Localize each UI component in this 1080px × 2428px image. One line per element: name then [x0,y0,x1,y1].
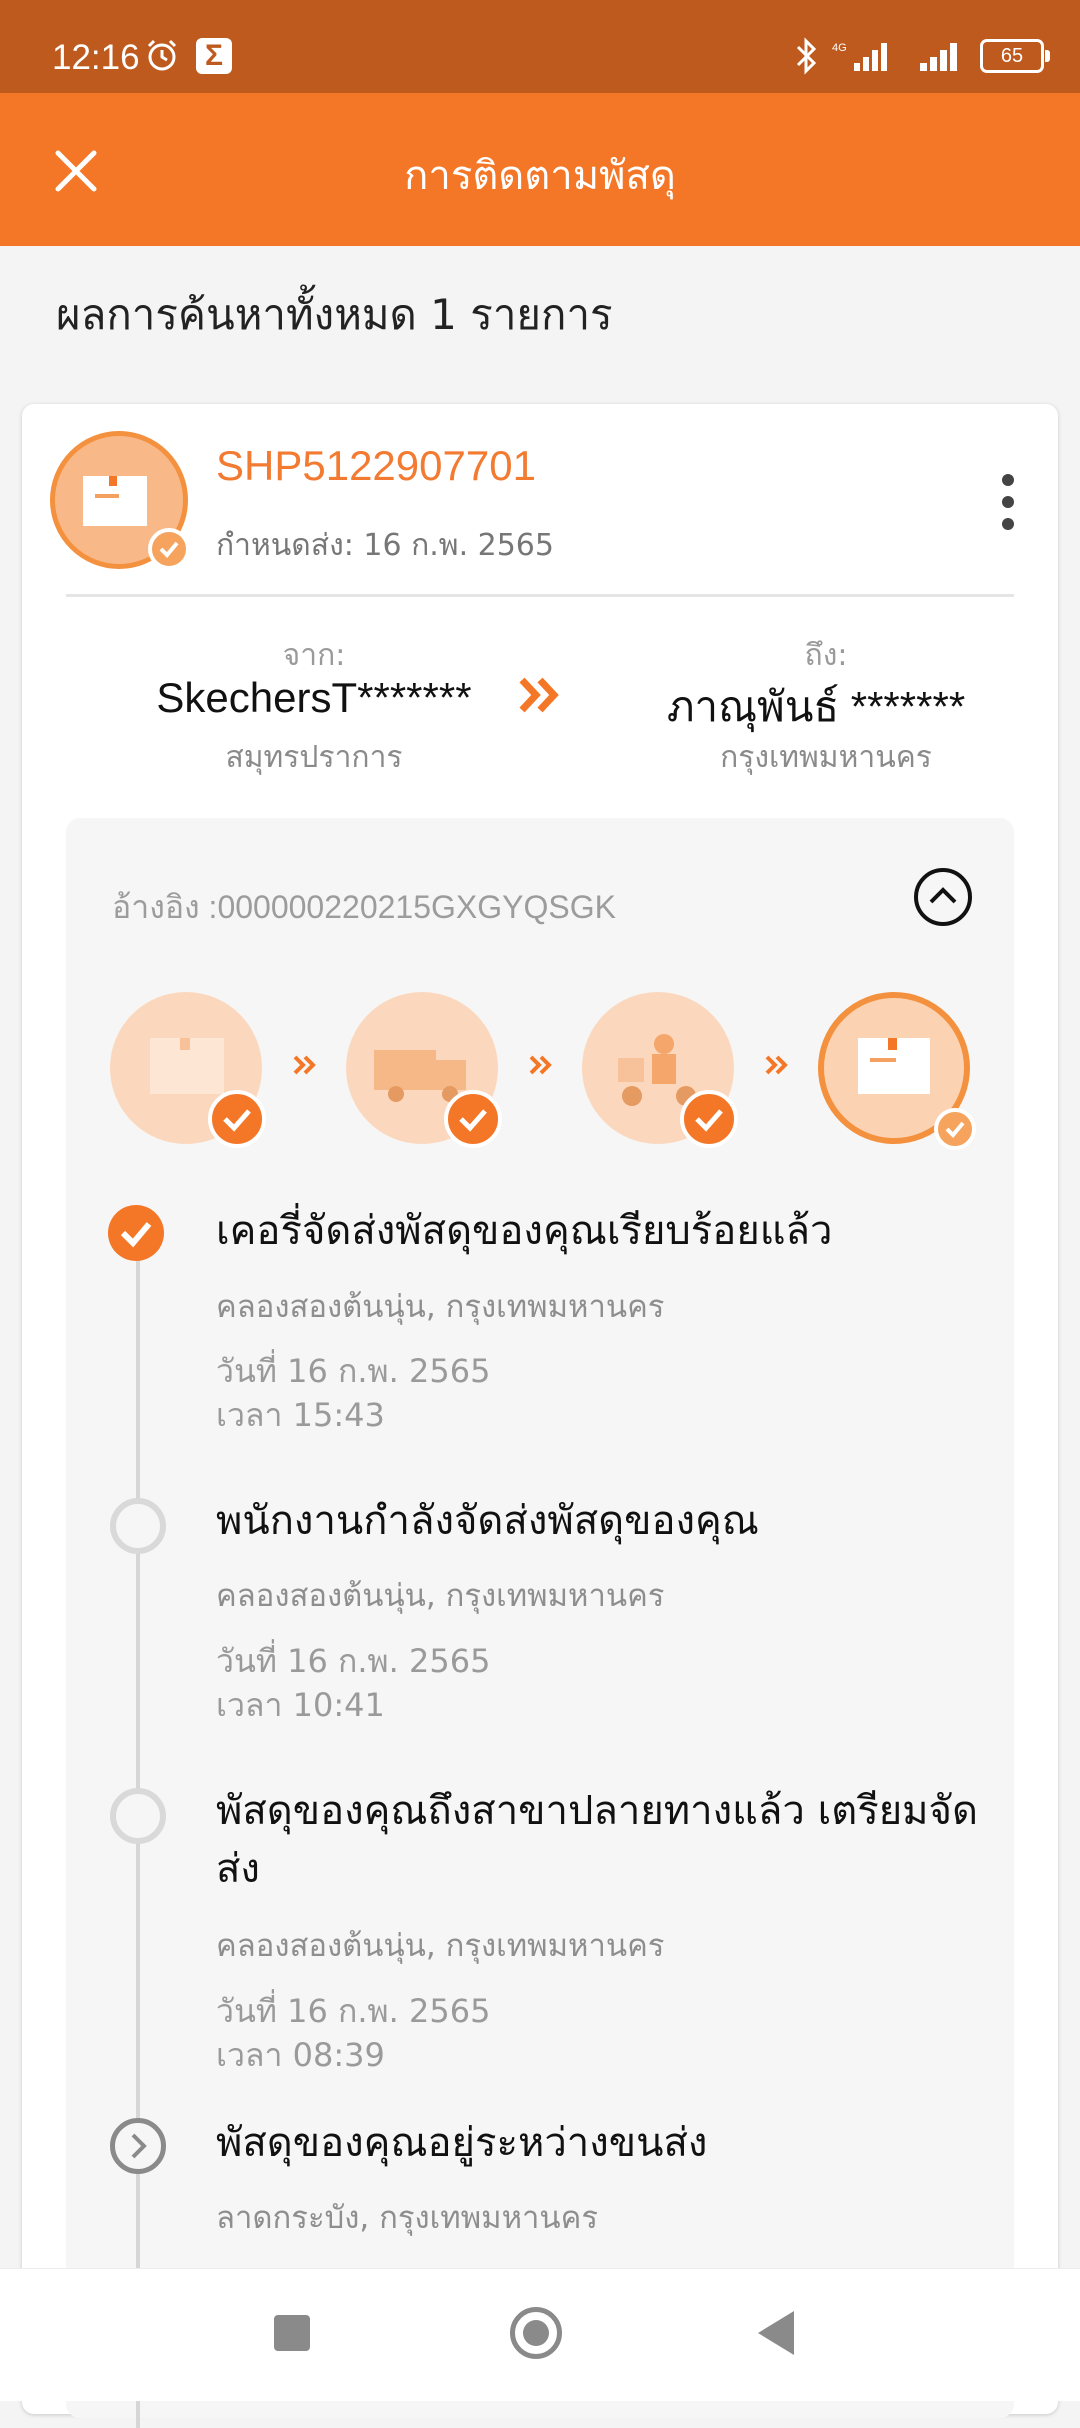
reference-number: อ้างอิง :000000220215GXGYQSGK [112,889,616,925]
signal-icon [920,43,957,71]
bluetooth-icon [796,37,817,75]
event-location: คลองสองต้นนุ่น, กรุงเทพมหานคร [216,1578,665,1614]
event-location: คลองสองต้นนุ่น, กรุงเทพมหานคร [216,1928,665,1964]
chevron-up-icon[interactable] [914,868,972,926]
recents-icon[interactable] [274,2315,310,2351]
event-title: พัสดุของคุณถึงสาขาปลายทางแล้ว เตรียมจัดส… [216,1788,978,1892]
divider [66,594,1014,597]
double-chevron-right-icon [519,677,559,713]
recipient-city: กรุงเทพมหานคร [720,740,932,775]
more-options-icon[interactable] [998,472,1018,532]
step-arrow-icon [293,1055,316,1075]
tracking-panel: อ้างอิง :000000220215GXGYQSGK เคอรี่จัดส… [66,818,1014,2428]
event-title: พัสดุของคุณอยู่ระหว่างขนส่ง [216,2120,708,2166]
results-count: ผลการค้นหาทั้งหมด 1 รายการ [56,290,613,339]
recipient-name: ภาณุพันธ์ ******* [666,683,966,730]
home-icon[interactable] [510,2307,562,2359]
system-nav-bar [0,2268,1080,2401]
event-time: เวลา 10:41 [216,1686,385,1724]
step-arrow-icon [765,1055,788,1075]
event-title: เคอรี่จัดส่งพัสดุของคุณเรียบร้อยแล้ว [216,1208,833,1254]
step-check-icon [680,1090,738,1148]
pending-dot-icon [110,1788,166,1844]
chevron-right-icon[interactable] [110,2118,166,2174]
battery-icon: 65 [980,39,1050,73]
event-title: พนักงานกำลังจัดส่งพัสดุของคุณ [216,1498,759,1544]
completed-check-icon [108,1205,164,1261]
alarm-icon [147,39,177,71]
event-location: ลาดกระบัง, กรุงเทพมหานคร [216,2200,599,2236]
pending-dot-icon [110,1498,166,1554]
event-time: เวลา 08:39 [216,2036,385,2074]
app-bar: การติดตามพัสดุ [0,93,1080,246]
sender-name: SkechersT******* [156,674,472,721]
step-arrow-icon [529,1055,552,1075]
event-time: เวลา 15:43 [216,1396,385,1434]
page-title: การติดตามพัสดุ [404,153,676,199]
to-label: ถึง: [804,638,848,673]
tracking-number[interactable]: SHP5122907701 [216,442,536,490]
back-icon[interactable] [758,2311,794,2355]
step-check-icon [934,1108,976,1150]
status-bar: 12:16 Σ 4G 65 [0,0,1080,93]
event-location: คลองสองต้นนุ่น, กรุงเทพมหานคร [216,1289,665,1325]
check-badge-icon [148,528,190,570]
sigma-app-icon: Σ [196,38,232,74]
step-check-icon [444,1090,502,1148]
from-label: จาก: [282,638,346,673]
status-time: 12:16 [52,38,140,77]
due-date: กำหนดส่ง: 16 ก.พ. 2565 [216,528,554,563]
step-check-icon [208,1090,266,1148]
shipment-card: SHP5122907701 กำหนดส่ง: 16 ก.พ. 2565 จาก… [22,404,1058,2428]
signal-4g-icon: 4G [832,42,887,71]
network-type: 4G [832,42,847,54]
sender-city: สมุทรปราการ [225,740,403,775]
